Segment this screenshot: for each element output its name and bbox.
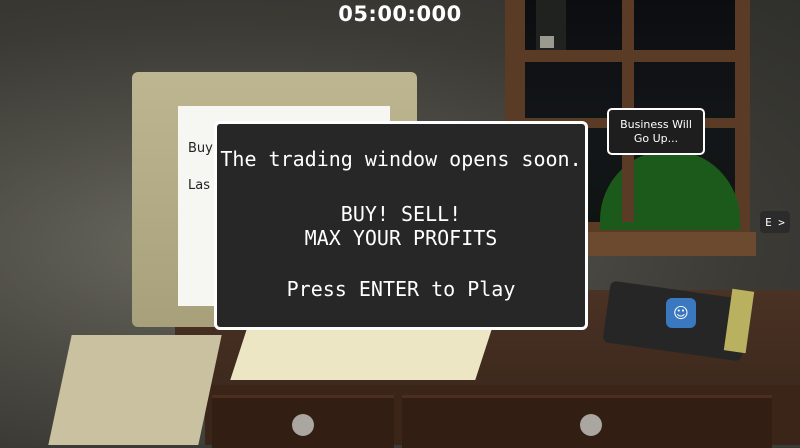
dialog-line-max-profits: MAX YOUR PROFITS [304,226,498,250]
monitor-screen-text: Las [188,178,210,193]
dialog-line-intro: The trading window opens soon. [220,147,582,171]
speech-tooltip: Business Will Go Up... [607,108,705,155]
intro-dialog: The trading window opens soon. BUY! SELL… [214,121,588,330]
drawer-knob [580,414,602,436]
window-transom [525,50,735,62]
drawer-knob [292,414,314,436]
dialog-line-buy-sell: BUY! SELL! [340,202,462,226]
desk-drawer-right [402,395,772,448]
paper-stack [48,335,222,445]
interact-e-button[interactable]: E > [760,211,790,233]
dialog-line-press-enter: Press ENTER to Play [286,277,516,301]
countdown-timer: 05:00:000 [338,2,462,26]
godot-robot-icon: ☺ [666,298,696,328]
monitor-screen-text: Buyi [188,141,217,156]
window-ornament [540,36,554,48]
desk-drawer-left [212,395,394,448]
